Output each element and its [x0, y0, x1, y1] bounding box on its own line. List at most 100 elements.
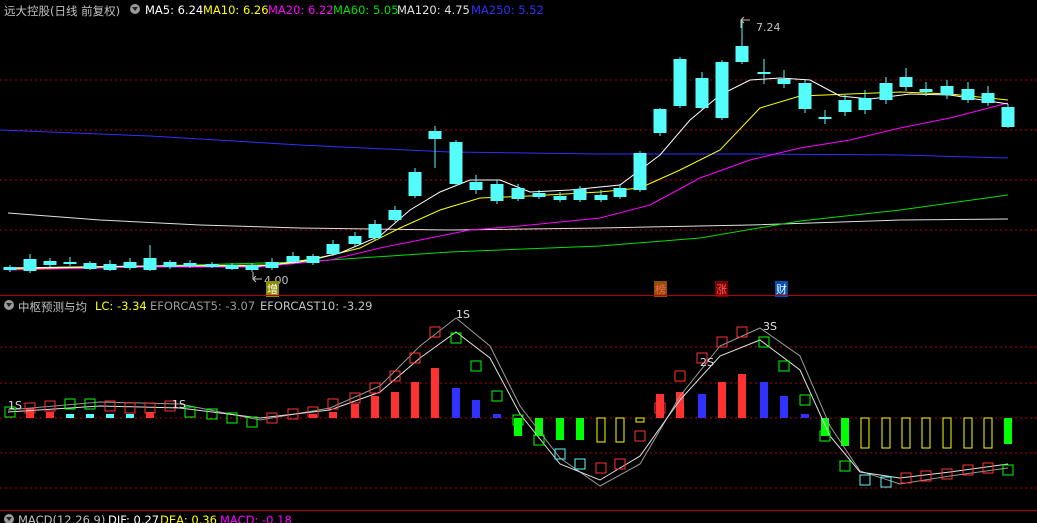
histogram-bar: [576, 418, 584, 440]
candle: [245, 263, 259, 272]
candle: [306, 254, 320, 265]
candle: [633, 151, 647, 192]
lc-box: [533, 434, 545, 446]
histogram-bar: [329, 412, 337, 418]
histogram-bar: [901, 417, 911, 449]
lc-box: [491, 390, 503, 402]
candle: [428, 126, 442, 168]
candle: [879, 77, 893, 104]
candle: [653, 108, 667, 136]
high-annotation: 7.24: [740, 16, 781, 34]
histogram-bar: [801, 414, 809, 418]
histogram-bar: [1004, 418, 1012, 444]
high-price-label: 7.24: [756, 21, 781, 34]
candle: [818, 110, 832, 124]
histogram-bar: [718, 382, 726, 418]
macd-header: MACD(12,26,9) DIF: 0.27 DEA: 0.36 MACD: …: [0, 511, 1037, 523]
price-panel[interactable]: 远大控股(日线 前复权) MA5: 6.24 MA10: 6.26 MA20: …: [0, 0, 1037, 297]
lc-box: [859, 474, 871, 486]
histogram-bar: [615, 417, 625, 443]
histogram-bar: [780, 396, 788, 418]
dea-label: DEA: 0.36: [160, 513, 217, 523]
candle: [613, 184, 627, 199]
candle: [408, 168, 422, 198]
dif-label: DIF: 0.27: [108, 513, 160, 523]
histogram-bar: [391, 392, 399, 418]
histogram-bar: [596, 417, 606, 443]
lc-box: [124, 402, 136, 414]
moving-average-line: [7, 102, 1009, 271]
candle: [899, 68, 913, 91]
histogram-bar: [493, 414, 501, 418]
dropdown-arrow-icon[interactable]: [4, 514, 14, 523]
histogram-bar: [411, 382, 419, 418]
indicator-chart[interactable]: 1S 1S 1S 2S 3S: [0, 296, 1037, 510]
candle: [43, 258, 57, 267]
histogram-bar: [860, 417, 870, 449]
candle: [838, 95, 852, 116]
moving-average-line: [7, 77, 1009, 269]
histogram-bar: [472, 400, 480, 418]
candle: [23, 254, 37, 273]
candle: [961, 82, 975, 103]
moving-average-line: [7, 194, 1009, 269]
candle: [469, 175, 483, 194]
macd-value-label: MACD: -0.18: [220, 513, 292, 523]
grid-lines: [0, 346, 1037, 489]
candle: [940, 80, 954, 99]
s-label-1: 1S: [8, 399, 22, 412]
candle: [63, 257, 77, 266]
candle: [695, 72, 709, 110]
candle: [1001, 104, 1015, 128]
histogram-bar: [881, 417, 891, 449]
candle: [388, 206, 402, 222]
candle: [777, 70, 791, 88]
lc-box: [574, 458, 586, 470]
lc-box: [674, 370, 686, 382]
eforcast10-line: [7, 331, 1009, 481]
histogram-bar: [452, 388, 460, 418]
histogram-bar: [841, 418, 849, 446]
lc-box: [634, 430, 646, 442]
candle: [103, 260, 117, 271]
histogram-bar: [86, 414, 94, 418]
histogram-bar: [431, 368, 439, 418]
s-label-5: 3S: [763, 320, 777, 333]
histogram-bar: [656, 394, 664, 418]
candle: [553, 192, 567, 202]
candle: [348, 232, 362, 246]
candle: [3, 265, 17, 272]
lc-box: [144, 402, 156, 414]
histogram-bar: [738, 374, 746, 418]
lc-box: [84, 398, 96, 410]
candle: [798, 80, 812, 113]
histogram-bar: [698, 394, 706, 418]
lc-box: [1002, 464, 1014, 476]
candle: [163, 260, 177, 269]
candlestick-chart[interactable]: 7.24 4.00: [0, 0, 1037, 296]
histogram-bar: [351, 404, 359, 418]
candle: [368, 220, 382, 240]
macd-panel[interactable]: MACD(12,26,9) DIF: 0.27 DEA: 0.36 MACD: …: [0, 511, 1037, 523]
lc-box: [839, 460, 851, 472]
candle: [449, 140, 463, 186]
candle: [673, 57, 687, 108]
histogram-bar: [46, 412, 54, 418]
histogram-bar: [556, 418, 564, 440]
histogram-bar: [983, 417, 993, 449]
candle: [715, 60, 729, 120]
s-label-2: 1S: [172, 398, 186, 411]
candle: [757, 59, 771, 84]
eforcast5-line: [7, 317, 1009, 487]
candle: [326, 240, 340, 256]
lc-box: [470, 360, 482, 372]
candle: [123, 258, 137, 270]
indicator-panel[interactable]: 中枢预测与均 LC: -3.34 EFORCAST5: -3.07 EFORCA…: [0, 296, 1037, 510]
histogram-bar: [942, 417, 952, 449]
candle: [265, 258, 279, 270]
moving-average-line: [0, 129, 1009, 159]
histogram-bar: [66, 414, 74, 418]
histogram-bar: [106, 414, 114, 418]
lc-box: [778, 360, 790, 372]
lc-box: [799, 394, 811, 406]
